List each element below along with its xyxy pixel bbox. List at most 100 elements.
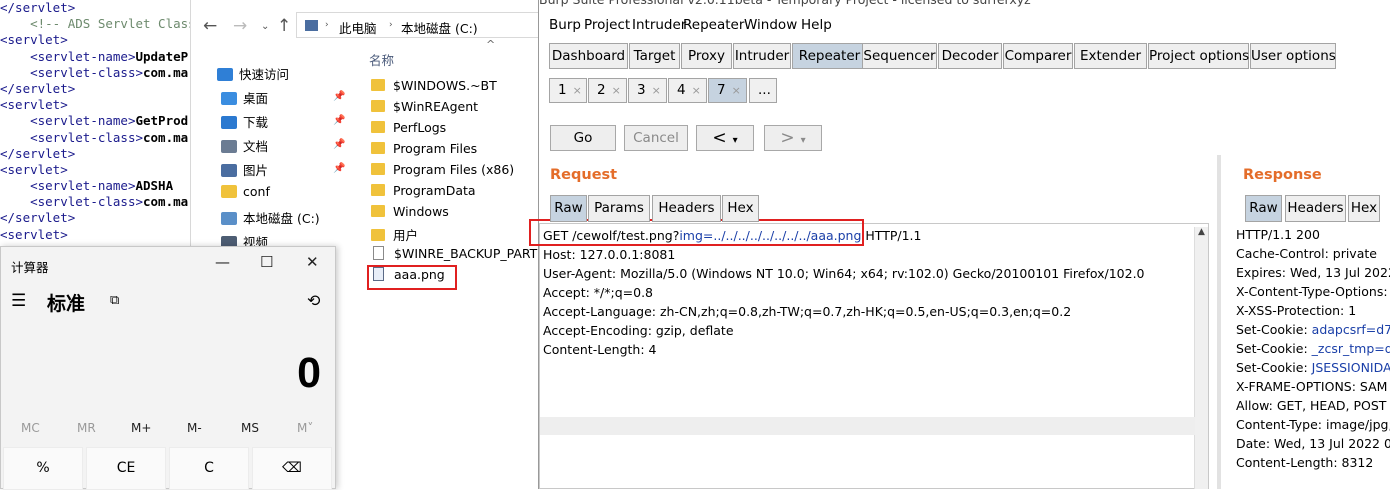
back-arrow-icon[interactable]: ←	[203, 16, 217, 36]
file-list-item[interactable]: ProgramData	[371, 183, 476, 204]
folder-icon	[221, 185, 237, 198]
memory-button[interactable]: M˅	[297, 421, 313, 435]
file-list-item[interactable]: Program Files (x86)	[371, 162, 514, 183]
repeater-tab[interactable]: 7 ×	[708, 78, 747, 103]
calculator-key[interactable]: %	[3, 447, 83, 490]
file-list-item[interactable]: 用户	[371, 225, 418, 246]
main-tab[interactable]: User options	[1250, 43, 1336, 69]
explorer-toolbar: ← → ⌄ ↑ › 此电脑 › 本地磁盘 (C:)	[191, 10, 556, 40]
keep-on-top-icon[interactable]: ⧉	[110, 293, 119, 308]
history-icon[interactable]: ⟲	[307, 291, 320, 310]
response-view-tab[interactable]: Headers	[1285, 195, 1346, 222]
calculator-key[interactable]: CE	[86, 447, 166, 490]
nav-item[interactable]: 图片	[221, 160, 268, 182]
name-column-header[interactable]: 名称	[369, 50, 394, 69]
xml-tag: </servlet>	[0, 210, 76, 226]
xml-line: </servlet>	[0, 81, 195, 97]
xml-tag: </servlet>	[0, 145, 76, 161]
close-tab-icon[interactable]: ×	[652, 84, 661, 97]
nav-item[interactable]: 下载	[221, 112, 268, 134]
close-icon[interactable]: ✕	[306, 253, 319, 271]
xml-open-tag: <servlet-name>	[30, 48, 136, 64]
response-editor[interactable]: HTTP/1.1 200 Cache-Control: private Expire…	[1233, 223, 1390, 489]
request-view-tab[interactable]: Headers	[652, 195, 721, 222]
main-tab[interactable]: Dashboard	[549, 43, 628, 69]
repeater-tab-label: 7	[717, 82, 726, 98]
forward-history-button[interactable]: > ▾	[764, 125, 822, 151]
star-icon	[217, 68, 233, 81]
cancel-button[interactable]: Cancel	[624, 125, 688, 151]
memory-button[interactable]: MS	[241, 421, 259, 435]
menu-item[interactable]: Repeater	[683, 17, 744, 33]
pin-icon[interactable]: 📌	[333, 91, 345, 102]
request-scrollbar[interactable]: ▲	[540, 227, 1208, 489]
hamburger-menu-icon[interactable]: ☰	[11, 291, 26, 311]
close-tab-icon[interactable]: ×	[573, 84, 582, 97]
scroll-up-icon[interactable]: ▲	[1195, 227, 1208, 237]
calculator-key[interactable]: ⌫	[252, 447, 332, 490]
xml-line: <servlet>	[0, 32, 195, 48]
nav-item[interactable]: conf	[221, 184, 270, 206]
request-editor[interactable]: GET /cewolf/test.png?img=../../../../../…	[539, 223, 1209, 489]
nav-item[interactable]: 文档	[221, 136, 268, 158]
split-divider[interactable]	[1217, 155, 1221, 489]
breadcrumb-this-pc[interactable]: 此电脑	[339, 18, 377, 37]
request-view-tab[interactable]: Hex	[722, 195, 759, 222]
menu-item[interactable]: Project	[584, 17, 630, 33]
menu-item[interactable]: Burp	[549, 17, 581, 33]
main-tab[interactable]: Comparer	[1003, 43, 1073, 69]
menu-item[interactable]: Intruder	[632, 17, 686, 33]
file-list-item[interactable]: $WINDOWS.~BT	[371, 78, 497, 99]
main-tab[interactable]: Proxy	[681, 43, 732, 69]
response-line-text: Set-Cookie:	[1236, 322, 1312, 337]
nav-item[interactable]: 本地磁盘 (C:)	[221, 208, 320, 230]
file-list-item[interactable]: Windows	[371, 204, 449, 225]
xml-open-tag: <servlet-class>	[30, 194, 143, 210]
close-tab-icon[interactable]: ×	[692, 84, 701, 97]
breadcrumb-drive[interactable]: 本地磁盘 (C:)	[401, 18, 478, 37]
repeater-tab[interactable]: 3 ×	[628, 78, 667, 103]
file-list-item[interactable]: PerfLogs	[371, 120, 446, 141]
go-button[interactable]: Go	[550, 125, 616, 151]
nav-item[interactable]: 快速访问	[217, 64, 289, 86]
main-tab[interactable]: Sequencer	[862, 43, 937, 69]
address-bar[interactable]: › 此电脑 › 本地磁盘 (C:)	[296, 12, 556, 38]
main-tab[interactable]: Intruder	[733, 43, 791, 69]
main-tab[interactable]: Target	[629, 43, 680, 69]
up-arrow-icon[interactable]: ↑	[277, 16, 291, 36]
memory-button[interactable]: MR	[77, 421, 96, 435]
file-list-item[interactable]: $WinREAgent	[371, 99, 478, 120]
nav-item[interactable]: 桌面	[221, 88, 268, 110]
forward-arrow-icon[interactable]: →	[233, 16, 247, 36]
minimize-icon[interactable]: —	[215, 253, 230, 271]
file-list-item[interactable]: Program Files	[371, 141, 477, 162]
response-view-tab[interactable]: Raw	[1245, 195, 1282, 222]
main-tab[interactable]: Project options	[1148, 43, 1249, 69]
back-history-button[interactable]: < ▾	[696, 125, 754, 151]
memory-button[interactable]: MC	[21, 421, 40, 435]
pin-icon[interactable]: 📌	[333, 163, 345, 174]
memory-button[interactable]: M+	[131, 421, 151, 435]
repeater-tab[interactable]: 4 ×	[668, 78, 707, 103]
maximize-icon[interactable]: ☐	[260, 253, 273, 271]
repeater-tab[interactable]: ...	[749, 78, 777, 103]
response-view-tab[interactable]: Hex	[1348, 195, 1380, 222]
request-view-tab[interactable]: Params	[588, 195, 650, 222]
calculator-key[interactable]: C	[169, 447, 249, 490]
file-list-item[interactable]: $WINRE_BACKUP_PARTIT	[371, 246, 549, 267]
main-tab[interactable]: Decoder	[938, 43, 1002, 69]
repeater-tab[interactable]: 1 ×	[549, 78, 587, 103]
close-tab-icon[interactable]: ×	[612, 84, 621, 97]
memory-button[interactable]: M-	[187, 421, 202, 435]
recent-chevron-icon[interactable]: ⌄	[261, 21, 269, 32]
pin-icon[interactable]: 📌	[333, 115, 345, 126]
request-view-tab[interactable]: Raw	[550, 195, 587, 222]
menu-item[interactable]: Window	[744, 17, 797, 33]
menu-item[interactable]: Help	[801, 17, 832, 33]
close-tab-icon[interactable]: ×	[732, 84, 741, 97]
xml-editor[interactable]: </servlet> <!-- ADS Servlet Class to<ser…	[0, 0, 195, 250]
main-tab[interactable]: Repeater	[792, 43, 867, 69]
repeater-tab[interactable]: 2 ×	[588, 78, 627, 103]
pin-icon[interactable]: 📌	[333, 139, 345, 150]
main-tab[interactable]: Extender	[1074, 43, 1147, 69]
